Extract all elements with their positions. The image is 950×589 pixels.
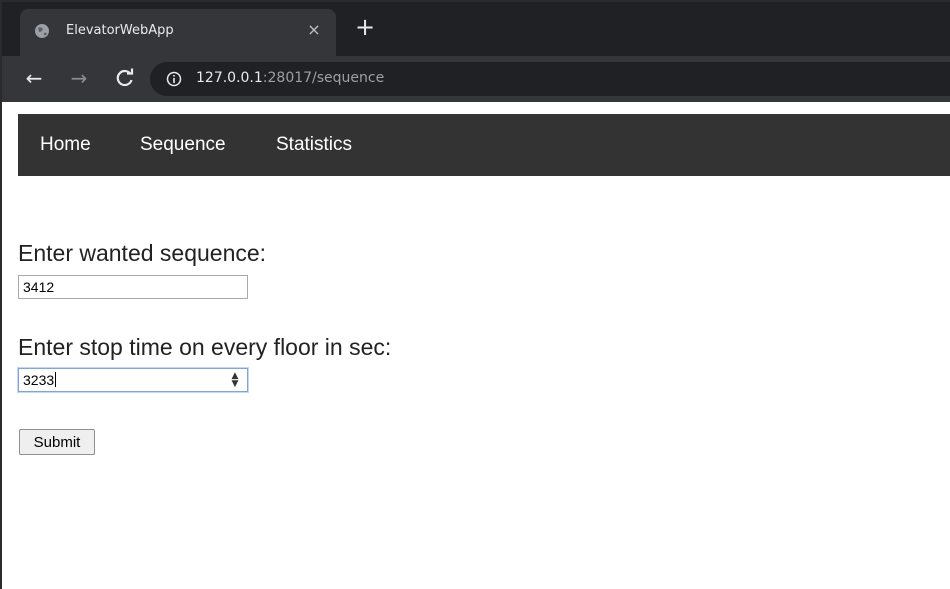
sequence-input[interactable]: 3412 <box>18 275 248 299</box>
nav-link-sequence[interactable]: Sequence <box>140 134 226 156</box>
spinner-arrows-icon[interactable]: ▲ ▼ <box>229 372 241 389</box>
site-navbar: Home Sequence Statistics <box>18 114 950 176</box>
stop-time-input[interactable]: 3233 ▲ ▼ <box>18 368 248 392</box>
nav-link-statistics[interactable]: Statistics <box>276 134 352 156</box>
nav-link-home[interactable]: Home <box>40 134 91 156</box>
sequence-label: Enter wanted sequence: <box>18 240 267 266</box>
submit-button[interactable]: Submit <box>19 429 95 455</box>
stop-time-value: 3233 <box>23 372 55 388</box>
text-caret <box>55 372 57 387</box>
stop-time-label: Enter stop time on every floor in sec: <box>18 334 392 360</box>
